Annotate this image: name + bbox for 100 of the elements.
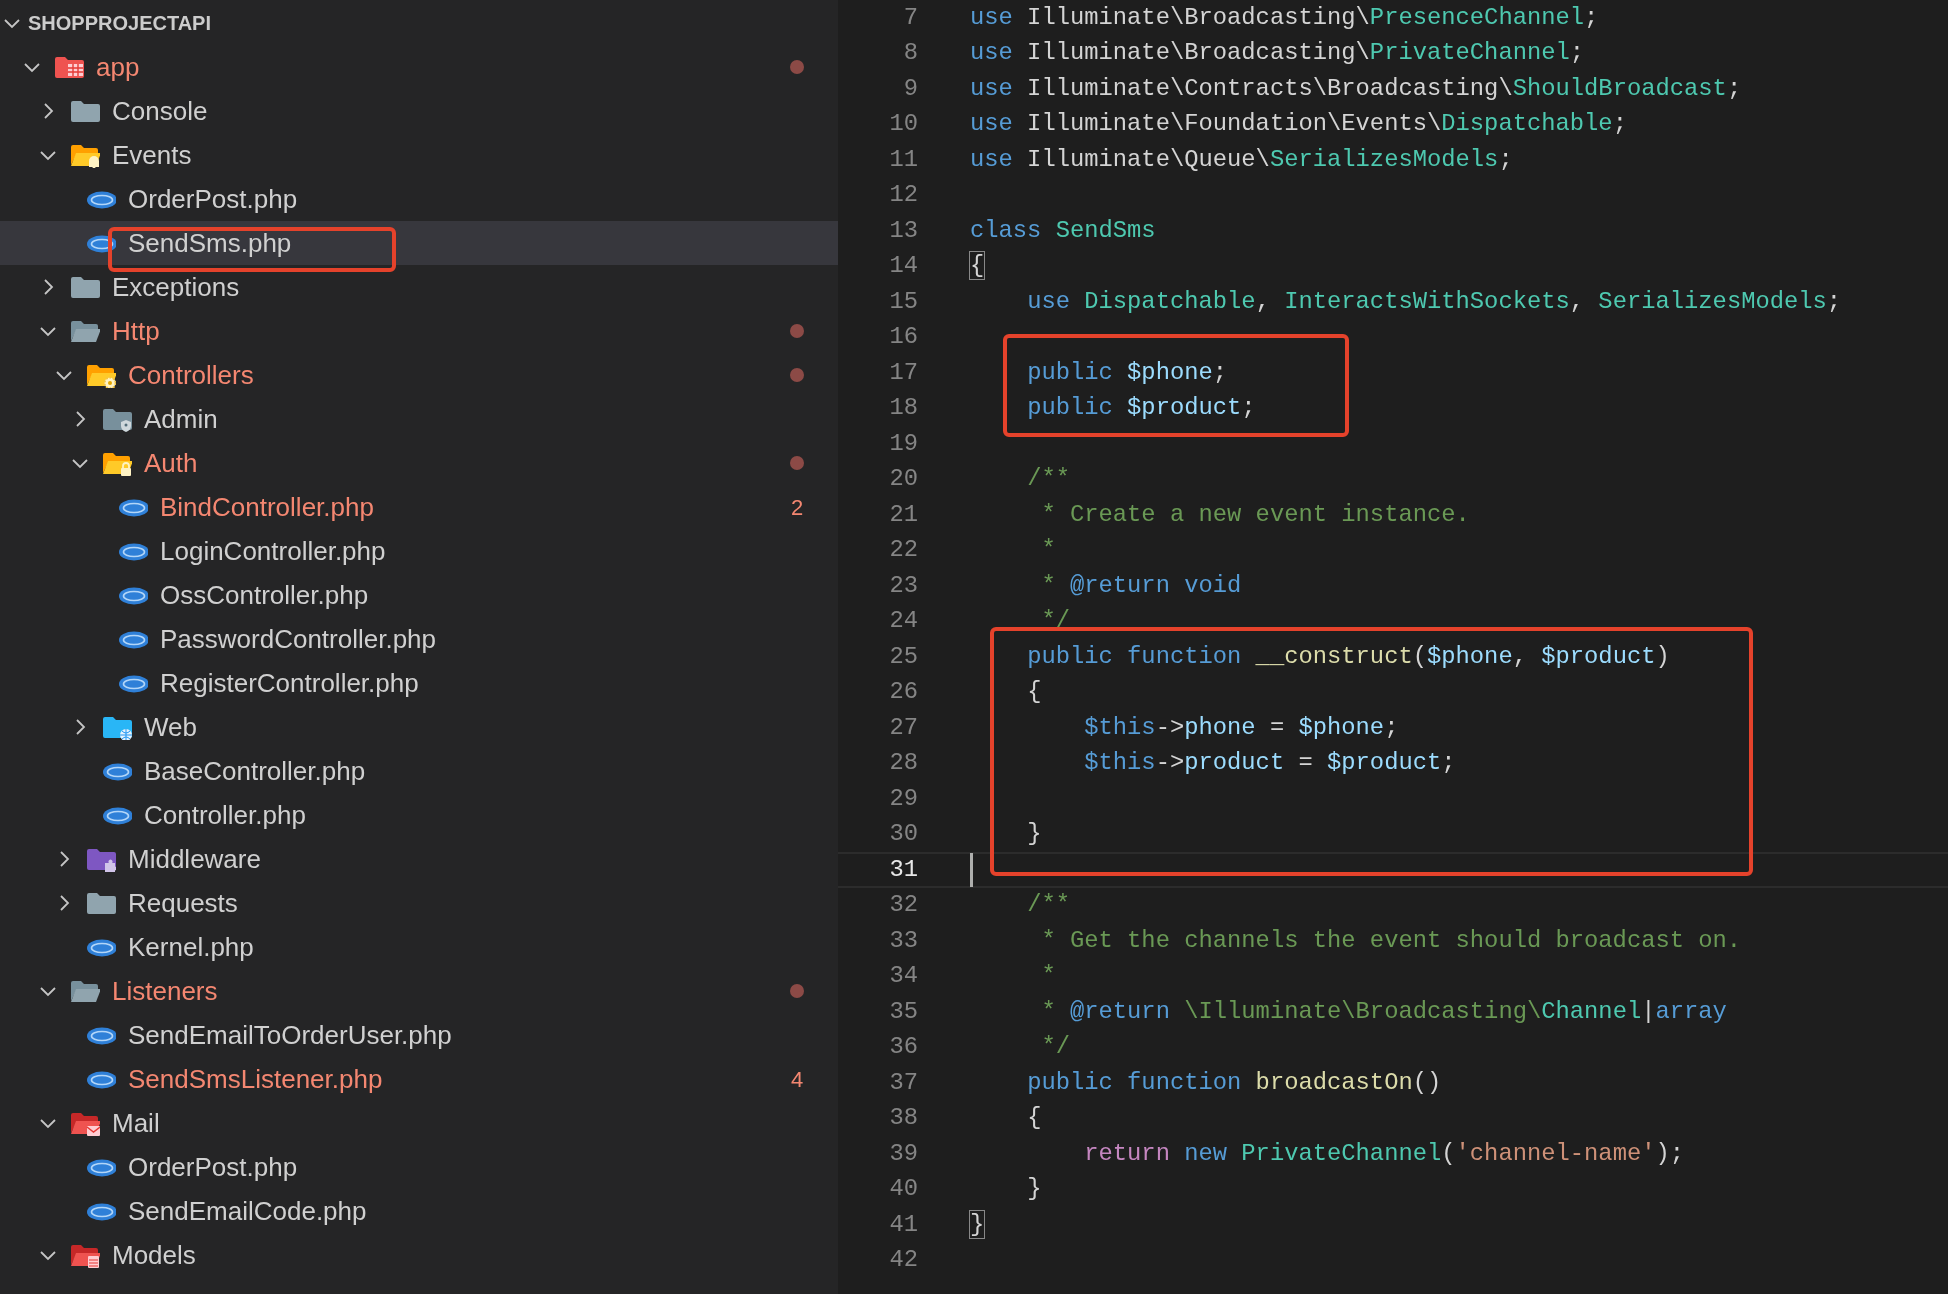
code-line: use Illuminate\Broadcasting\PrivateChannel; — [970, 38, 1585, 69]
folder-item[interactable]: Controllers — [0, 353, 838, 397]
file-item[interactable]: SendSmsListener.php 4 — [0, 1057, 838, 1101]
folder-item[interactable]: Events — [0, 133, 838, 177]
line-number: 29 — [888, 783, 918, 814]
code-line: */ — [1041, 606, 1070, 637]
code-line: } — [970, 1209, 985, 1240]
item-label: Mail — [112, 1106, 160, 1140]
folder-item[interactable]: Models — [0, 1233, 838, 1277]
line-number: 14 — [888, 251, 918, 282]
file-item[interactable]: OssController.php — [0, 573, 838, 617]
folder-item[interactable]: Web — [0, 705, 838, 749]
code-line: use Illuminate\Broadcasting\PresenceChannel; — [970, 2, 1599, 33]
item-label: Console — [112, 94, 208, 128]
code-line: $this->product = $product; — [1084, 748, 1456, 779]
code-line: { — [1027, 677, 1042, 708]
file-item[interactable]: SendEmailCode.php — [0, 1189, 838, 1233]
file-item[interactable]: LoginController.php — [0, 529, 838, 573]
explorer-header[interactable]: SHOPPROJECTAPI — [0, 0, 838, 45]
problem-count: 2 — [790, 493, 804, 522]
code-line: public function __construct($phone, $product) — [1027, 641, 1670, 672]
line-number: 8 — [902, 38, 918, 69]
file-item[interactable]: BindController.php 2 — [0, 485, 838, 529]
code-line: use Illuminate\Queue\SerializesModels; — [970, 144, 1513, 175]
item-label: OrderPost.php — [128, 1150, 298, 1184]
line-number: 12 — [888, 180, 918, 211]
code-line: * @return \Illuminate\Broadcasting\Channel|array — [1041, 996, 1727, 1027]
folder-item[interactable]: Auth — [0, 441, 838, 485]
line-number: 34 — [888, 961, 918, 992]
line-number: 25 — [888, 641, 918, 672]
item-label: PasswordController.php — [160, 622, 437, 656]
file-item[interactable]: RegisterController.php — [0, 661, 838, 705]
folder-item[interactable]: Mail — [0, 1101, 838, 1145]
line-number: 26 — [888, 677, 918, 708]
item-label: BaseController.php — [144, 754, 366, 788]
line-number: 17 — [888, 357, 918, 388]
item-label: Auth — [144, 446, 198, 480]
line-number: 27 — [888, 712, 918, 743]
file-item[interactable]: Controller.php — [0, 793, 838, 837]
code-line: { — [970, 251, 985, 282]
item-label: Exceptions — [112, 270, 240, 304]
line-number: 24 — [888, 606, 918, 637]
line-number: 21 — [888, 499, 918, 530]
item-label: SendSms.php — [128, 226, 292, 260]
line-number: 20 — [888, 464, 918, 495]
line-number: 33 — [888, 925, 918, 956]
item-label: SendEmailCode.php — [128, 1194, 367, 1228]
item-label: app — [96, 50, 140, 84]
explorer-title: SHOPPROJECTAPI — [28, 10, 211, 36]
file-item[interactable]: BaseController.php — [0, 749, 838, 793]
item-label: BindController.php — [160, 490, 374, 524]
line-number: 36 — [888, 1032, 918, 1063]
folder-item[interactable]: Exceptions — [0, 265, 838, 309]
code-line: public function broadcastOn() — [1027, 1067, 1442, 1098]
code-line: * — [1041, 535, 1056, 566]
line-number: 18 — [888, 393, 918, 424]
line-number: 41 — [888, 1209, 918, 1240]
item-label: Requests — [128, 886, 238, 920]
code-line: * Get the channels the event should broadcast on. — [1041, 925, 1742, 956]
item-label: SendSmsListener.php — [128, 1062, 383, 1096]
folder-item[interactable]: Console — [0, 89, 838, 133]
line-number: 28 — [888, 748, 918, 779]
code-line: $this->phone = $phone; — [1084, 712, 1399, 743]
line-number: 23 — [888, 570, 918, 601]
folder-item[interactable]: app — [0, 45, 838, 89]
line-number: 7 — [902, 2, 918, 33]
item-label: Models — [112, 1238, 196, 1272]
line-number: 40 — [888, 1174, 918, 1205]
line-number: 9 — [902, 73, 918, 104]
file-item[interactable]: OrderPost.php — [0, 1145, 838, 1189]
folder-item[interactable]: Middleware — [0, 837, 838, 881]
item-label: Admin — [144, 402, 218, 436]
file-item[interactable]: Kernel.php — [0, 925, 838, 969]
code-line: use Illuminate\Foundation\Events\Dispatchable; — [970, 109, 1627, 140]
folder-item[interactable]: Requests — [0, 881, 838, 925]
item-label: OrderPost.php — [128, 182, 298, 216]
folder-item[interactable]: Admin — [0, 397, 838, 441]
folder-item[interactable]: Listeners — [0, 969, 838, 1013]
code-line: } — [1027, 1174, 1042, 1205]
code-line: /** — [1027, 890, 1070, 921]
line-number: 39 — [888, 1138, 918, 1169]
code-line: * — [1041, 961, 1056, 992]
code-line: } — [1027, 819, 1042, 850]
code-line: return new PrivateChannel('channel-name'); — [1084, 1138, 1685, 1169]
item-label: Controllers — [128, 358, 254, 392]
code-line: use Illuminate\Contracts\Broadcasting\ShouldBroadcast; — [970, 73, 1742, 104]
file-item[interactable]: SendSms.php — [0, 221, 838, 265]
item-label: Events — [112, 138, 192, 172]
line-number: 15 — [888, 286, 918, 317]
folder-item[interactable]: Http — [0, 309, 838, 353]
file-item[interactable]: SendEmailToOrderUser.php — [0, 1013, 838, 1057]
line-number: 42 — [888, 1245, 918, 1276]
item-label: Middleware — [128, 842, 261, 876]
file-item[interactable]: PasswordController.php — [0, 617, 838, 661]
item-label: Controller.php — [144, 798, 306, 832]
file-item[interactable]: OrderPost.php — [0, 177, 838, 221]
code-line: use Dispatchable, InteractsWithSockets, SerializesModels; — [1027, 286, 1842, 317]
item-label: SendEmailToOrderUser.php — [128, 1018, 452, 1052]
line-number: 35 — [888, 996, 918, 1027]
line-number: 31 — [888, 854, 918, 885]
